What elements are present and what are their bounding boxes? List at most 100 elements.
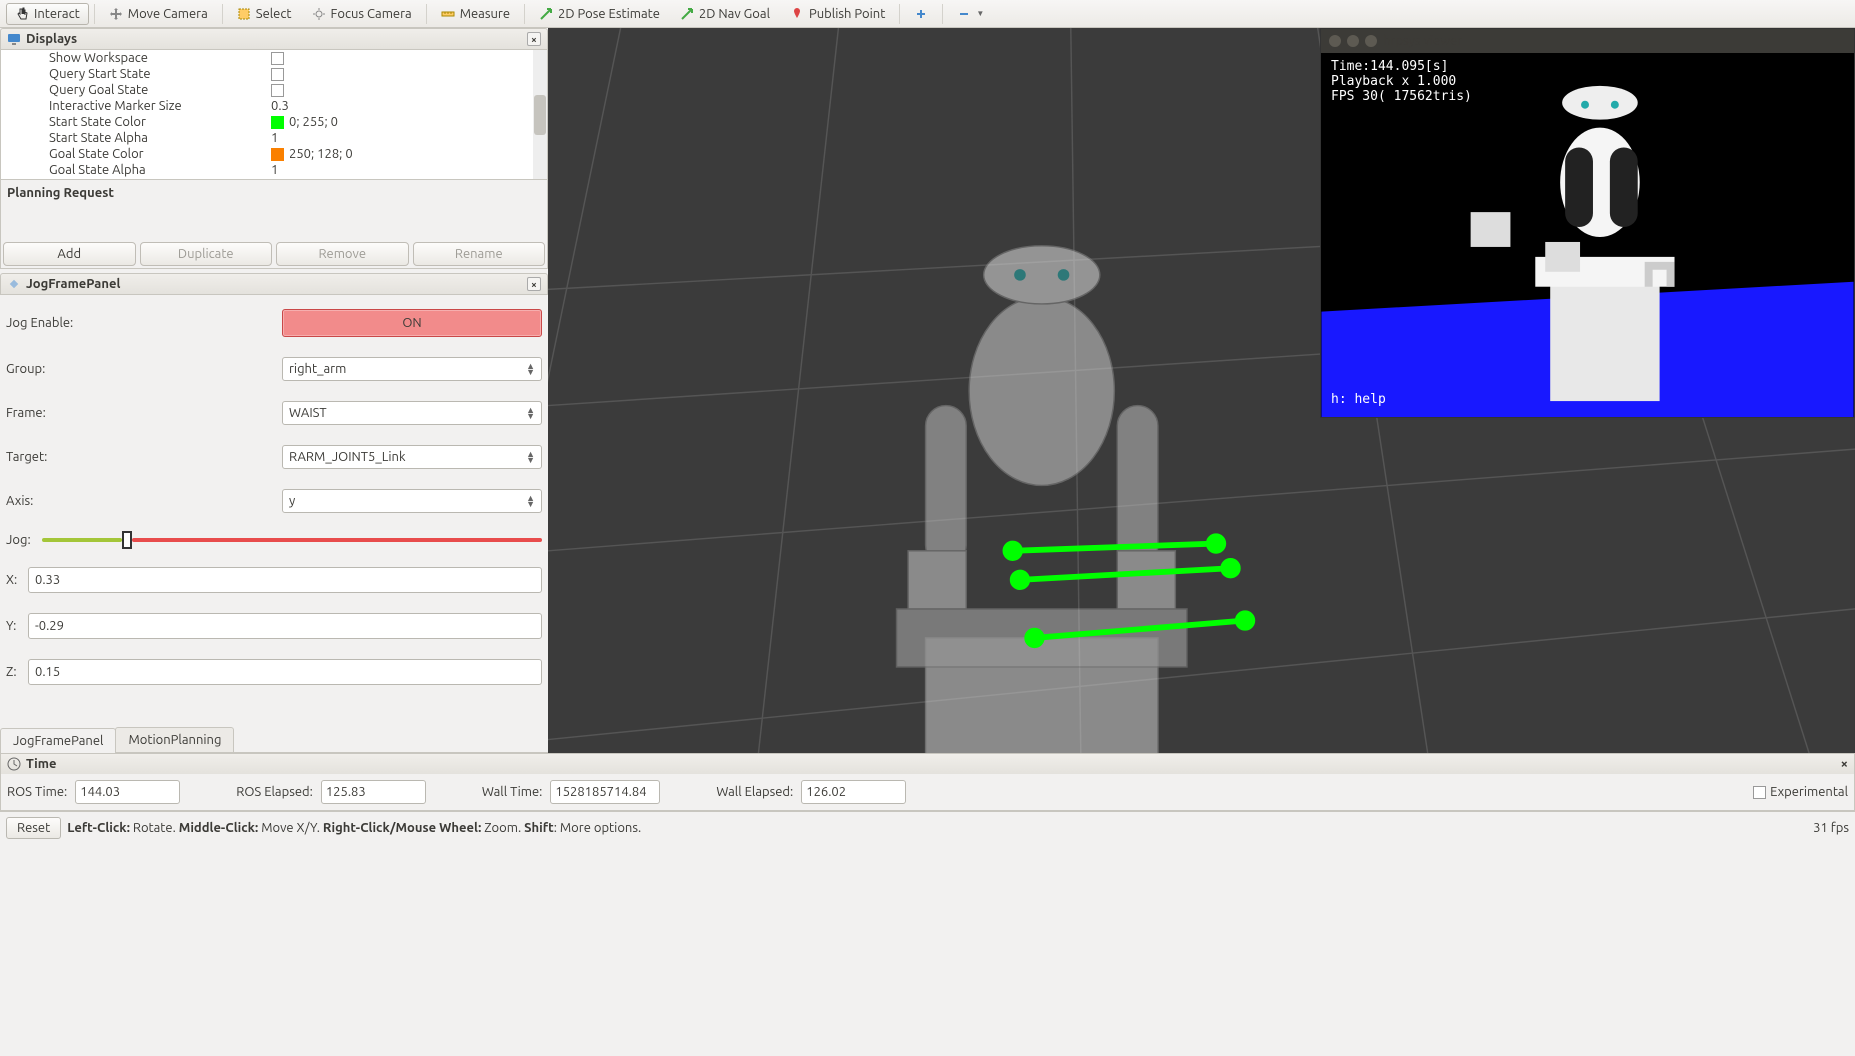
rename-button[interactable]: Rename	[413, 242, 546, 266]
hrpsys-viewer-window[interactable]: hrpsys viewer Time:144.095[s	[1320, 28, 1855, 418]
toolbar-separator	[94, 4, 95, 24]
toolbar-separator	[524, 4, 525, 24]
select-button[interactable]: Select	[228, 3, 301, 25]
jogframe-title: JogFramePanel	[26, 277, 120, 291]
group-combo[interactable]: right_arm▲▼	[282, 357, 542, 381]
wall-time-label: Wall Time:	[482, 785, 543, 799]
property-row[interactable]: Goal State Color250; 128; 0	[1, 146, 547, 162]
window-close-icon[interactable]	[1329, 35, 1341, 47]
minus-dropdown-button[interactable]: ▼	[948, 3, 993, 25]
window-max-icon[interactable]	[1365, 35, 1377, 47]
pin-icon	[790, 7, 804, 21]
measure-button[interactable]: Measure	[432, 3, 519, 25]
axis-label: Axis:	[6, 494, 282, 508]
ros-elapsed-label: ROS Elapsed:	[236, 785, 313, 799]
hand-icon	[15, 7, 29, 21]
property-row[interactable]: Start State Color0; 255; 0	[1, 114, 547, 130]
window-min-icon[interactable]	[1347, 35, 1359, 47]
wall-elapsed-input[interactable]	[801, 780, 906, 804]
property-row[interactable]: Show Workspace	[1, 50, 547, 66]
property-row[interactable]: Goal State Alpha1	[1, 162, 547, 178]
checkbox-icon[interactable]	[271, 52, 284, 65]
property-row[interactable]: Query Goal State	[1, 82, 547, 98]
publish-point-button[interactable]: Publish Point	[781, 3, 894, 25]
property-value[interactable]: 1	[271, 163, 547, 177]
x-label: X:	[6, 573, 22, 587]
remove-button[interactable]: Remove	[276, 242, 409, 266]
tab-motionplanning[interactable]: MotionPlanning	[115, 727, 234, 752]
left-column: Displays × Show WorkspaceQuery Start Sta…	[0, 28, 548, 753]
nav-goal-button[interactable]: 2D Nav Goal	[671, 3, 779, 25]
time-body: ROS Time: ROS Elapsed: Wall Time: Wall E…	[1, 774, 1854, 810]
displays-description: Planning Request	[0, 180, 548, 240]
checkbox-icon[interactable]	[271, 84, 284, 97]
focus-camera-label: Focus Camera	[331, 7, 412, 21]
displays-header[interactable]: Displays ×	[0, 28, 548, 50]
property-row[interactable]: Start State Alpha1	[1, 130, 547, 146]
property-value[interactable]: 0.3	[271, 99, 547, 113]
jogframe-header[interactable]: JogFramePanel ×	[0, 273, 548, 295]
target-label: Target:	[6, 450, 282, 464]
ros-time-input[interactable]	[75, 780, 180, 804]
target-combo[interactable]: RARM_JOINT5_Link▲▼	[282, 445, 542, 469]
property-value[interactable]	[271, 83, 547, 97]
hrpsys-viewport[interactable]: Time:144.095[s] Playback x 1.000 FPS 30(…	[1321, 53, 1854, 417]
main-area: Displays × Show WorkspaceQuery Start Sta…	[0, 28, 1855, 753]
jog-enable-label: Jog Enable:	[6, 316, 282, 330]
pose-estimate-button[interactable]: 2D Pose Estimate	[530, 3, 669, 25]
property-value[interactable]: 0; 255; 0	[271, 115, 547, 129]
hrpsys-titlebar[interactable]: hrpsys viewer	[1321, 29, 1854, 53]
interact-button[interactable]: Interact	[6, 3, 89, 25]
fps-label: 31 fps	[1813, 821, 1849, 835]
displays-tree[interactable]: Show WorkspaceQuery Start StateQuery Goa…	[0, 50, 548, 180]
z-input[interactable]	[28, 659, 542, 685]
hrpsys-help-text: h: help	[1331, 392, 1386, 407]
frame-label: Frame:	[6, 406, 282, 420]
chevron-updown-icon: ▲▼	[526, 407, 535, 419]
arrow-green-icon	[539, 7, 553, 21]
chevron-down-icon: ▼	[976, 9, 984, 18]
property-value[interactable]: 250; 128; 0	[271, 147, 547, 161]
close-time-button[interactable]: ×	[1841, 757, 1848, 771]
jogframe-panel: Jog Enable: ON Group: right_arm▲▼ Frame:…	[0, 295, 548, 727]
move-camera-button[interactable]: Move Camera	[100, 3, 217, 25]
experimental-checkbox[interactable]: Experimental	[1753, 785, 1848, 799]
property-value[interactable]: 1	[271, 131, 547, 145]
scrollbar-thumb[interactable]	[534, 95, 546, 135]
jog-enable-button[interactable]: ON	[282, 309, 542, 337]
close-displays-button[interactable]: ×	[527, 32, 541, 46]
property-value[interactable]	[271, 67, 547, 81]
close-jogframe-button[interactable]: ×	[527, 277, 541, 291]
focus-camera-button[interactable]: Focus Camera	[303, 3, 421, 25]
axis-combo[interactable]: y▲▼	[282, 489, 542, 513]
jog-slider-thumb[interactable]	[122, 531, 132, 549]
hrpsys-title: hrpsys viewer	[1383, 34, 1462, 48]
wall-time-input[interactable]	[550, 780, 660, 804]
toolbar-separator	[426, 4, 427, 24]
property-value[interactable]	[271, 51, 547, 65]
tab-jogframepanel[interactable]: JogFramePanel	[0, 728, 116, 753]
chevron-updown-icon: ▲▼	[526, 451, 535, 463]
color-swatch	[271, 116, 284, 129]
scrollbar-track[interactable]	[533, 50, 547, 179]
jog-slider[interactable]	[42, 536, 542, 544]
plus-icon	[914, 7, 928, 21]
measure-icon	[441, 7, 455, 21]
add-button[interactable]: Add	[3, 242, 136, 266]
time-header[interactable]: Time ×	[1, 754, 1854, 774]
property-label: Start State Alpha	[1, 131, 271, 145]
plus-tool-button[interactable]	[905, 3, 937, 25]
ros-time-label: ROS Time:	[7, 785, 67, 799]
ros-elapsed-input[interactable]	[321, 780, 426, 804]
property-row[interactable]: Interactive Marker Size0.3	[1, 98, 547, 114]
reset-button[interactable]: Reset	[6, 817, 61, 839]
property-row[interactable]: Query Start State	[1, 66, 547, 82]
x-input[interactable]	[28, 567, 542, 593]
rviz-3d-view[interactable]: hrpsys viewer Time:144.095[s	[548, 28, 1855, 753]
frame-combo[interactable]: WAIST▲▼	[282, 401, 542, 425]
checkbox-icon[interactable]	[271, 68, 284, 81]
duplicate-button[interactable]: Duplicate	[140, 242, 273, 266]
group-label: Group:	[6, 362, 282, 376]
y-input[interactable]	[28, 613, 542, 639]
move-camera-label: Move Camera	[128, 7, 208, 21]
